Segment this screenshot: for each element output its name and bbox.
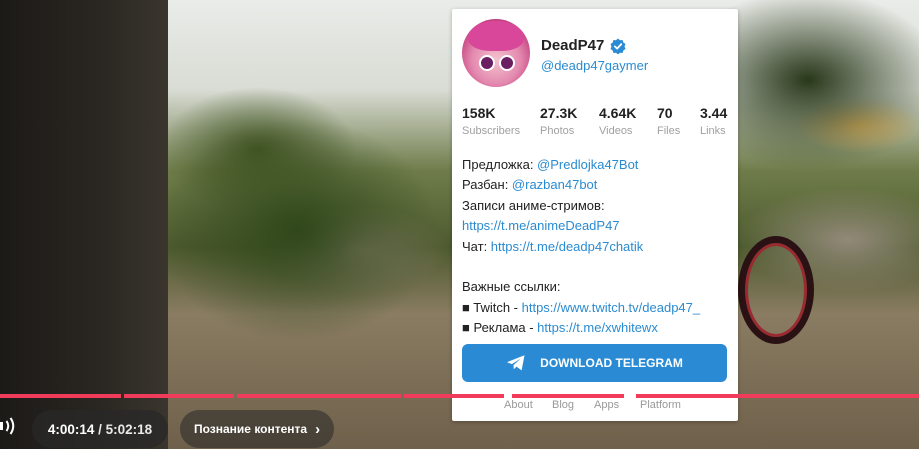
progress-chapter-segment[interactable] (237, 394, 401, 398)
download-telegram-button[interactable]: DOWNLOAD TELEGRAM (462, 344, 727, 382)
desc-text: Разбан: (462, 177, 512, 193)
desc-link[interactable]: https://www.twitch.tv/deadp47_ (522, 300, 700, 315)
stat-value: 4.64K (599, 105, 637, 121)
progress-chapter-segment[interactable] (636, 394, 919, 398)
desc-link[interactable]: https://t.me/xwhitewx (537, 320, 658, 335)
stat-label: Photos (540, 125, 575, 137)
stat-value: 158K (462, 105, 496, 121)
stat-value: 70 (657, 105, 673, 121)
desc-link[interactable]: @razban47bot (512, 177, 597, 192)
avatar-eye-right (499, 55, 515, 71)
stat-photos: 27.3K Photos (540, 105, 577, 137)
desc-text: Важные ссылки: (462, 279, 561, 295)
chapter-title-button[interactable]: Познание контента › (180, 410, 335, 448)
volume-icon[interactable] (0, 416, 16, 436)
channel-avatar[interactable] (462, 19, 530, 87)
stat-subscribers: 158K Subscribers (462, 105, 520, 137)
stat-label: Files (657, 125, 681, 137)
desc-line: Предложка: @Predlojka47Bot (462, 155, 728, 175)
avatar-hair (468, 21, 524, 51)
desc-link[interactable]: @Predlojka47Bot (537, 157, 638, 172)
desc-text: Записи аниме-стримов: (462, 197, 605, 213)
stat-links: 3.44 Links (700, 105, 738, 137)
video-progress-bar[interactable] (0, 394, 919, 398)
desc-line: Записи аниме-стримов: (462, 196, 728, 216)
stat-value: 27.3K (540, 105, 578, 121)
telegram-channel-card: DeadP47 @deadp47gaymer 158K Subscribers … (452, 9, 738, 421)
chapter-title: Познание контента (194, 422, 308, 436)
channel-name[interactable]: DeadP47 (541, 37, 604, 54)
stat-files: 70 Files (657, 105, 680, 137)
duration: 5:02:18 (105, 421, 153, 437)
desc-link[interactable]: https://t.me/deadp47chatik (491, 239, 643, 254)
stat-label: Subscribers (462, 125, 521, 137)
verified-badge-icon (610, 38, 626, 54)
desc-line: ■ Twitch - https://www.twitch.tv/deadp47… (462, 298, 728, 318)
channel-stats: 158K Subscribers 27.3K Photos 4.64K Vide… (462, 105, 738, 145)
motorcycle-wheel (738, 236, 814, 344)
stat-label: Videos (599, 125, 633, 137)
download-telegram-label: DOWNLOAD TELEGRAM (540, 356, 683, 370)
chevron-right-icon: › (315, 420, 321, 438)
desc-text: Предложка: (462, 157, 538, 172)
desc-text: ■ Twitch - (462, 299, 522, 315)
channel-description: Предложка: @Predlojka47Bot Разбан: @razb… (462, 155, 728, 339)
desc-line: Чат: https://t.me/deadp47chatik (462, 237, 728, 257)
desc-line: https://t.me/animeDeadP47 (462, 216, 728, 236)
progress-chapter-segment[interactable] (512, 394, 624, 398)
progress-chapter-segment[interactable] (404, 394, 504, 398)
player-controls: 4:00:14 / 5:02:18 Познание контента › (0, 404, 919, 449)
desc-blank-line (462, 257, 728, 277)
time-separator: / (94, 421, 106, 437)
progress-chapter-segment[interactable] (0, 394, 121, 398)
desc-text: Чат: (462, 238, 491, 254)
avatar-eye-left (479, 55, 495, 71)
current-time: 4:00:14 (47, 421, 95, 437)
stat-label: Links (700, 125, 726, 137)
video-left-shadow (0, 0, 168, 449)
channel-handle[interactable]: @deadp47gaymer (541, 58, 648, 73)
telegram-plane-icon (507, 355, 525, 371)
desc-text: ■ Реклама - (462, 320, 538, 336)
stat-videos: 4.64K Videos (599, 105, 636, 137)
desc-line: Разбан: @razban47bot (462, 175, 728, 195)
progress-chapter-segment[interactable] (124, 394, 234, 398)
desc-line: Важные ссылки: (462, 277, 728, 297)
desc-link[interactable]: https://t.me/animeDeadP47 (462, 218, 620, 233)
stat-value: 3.44 (700, 105, 728, 121)
desc-line: ■ Реклама - https://t.me/xwhitewx (462, 318, 728, 338)
time-display: 4:00:14 / 5:02:18 (32, 410, 168, 448)
